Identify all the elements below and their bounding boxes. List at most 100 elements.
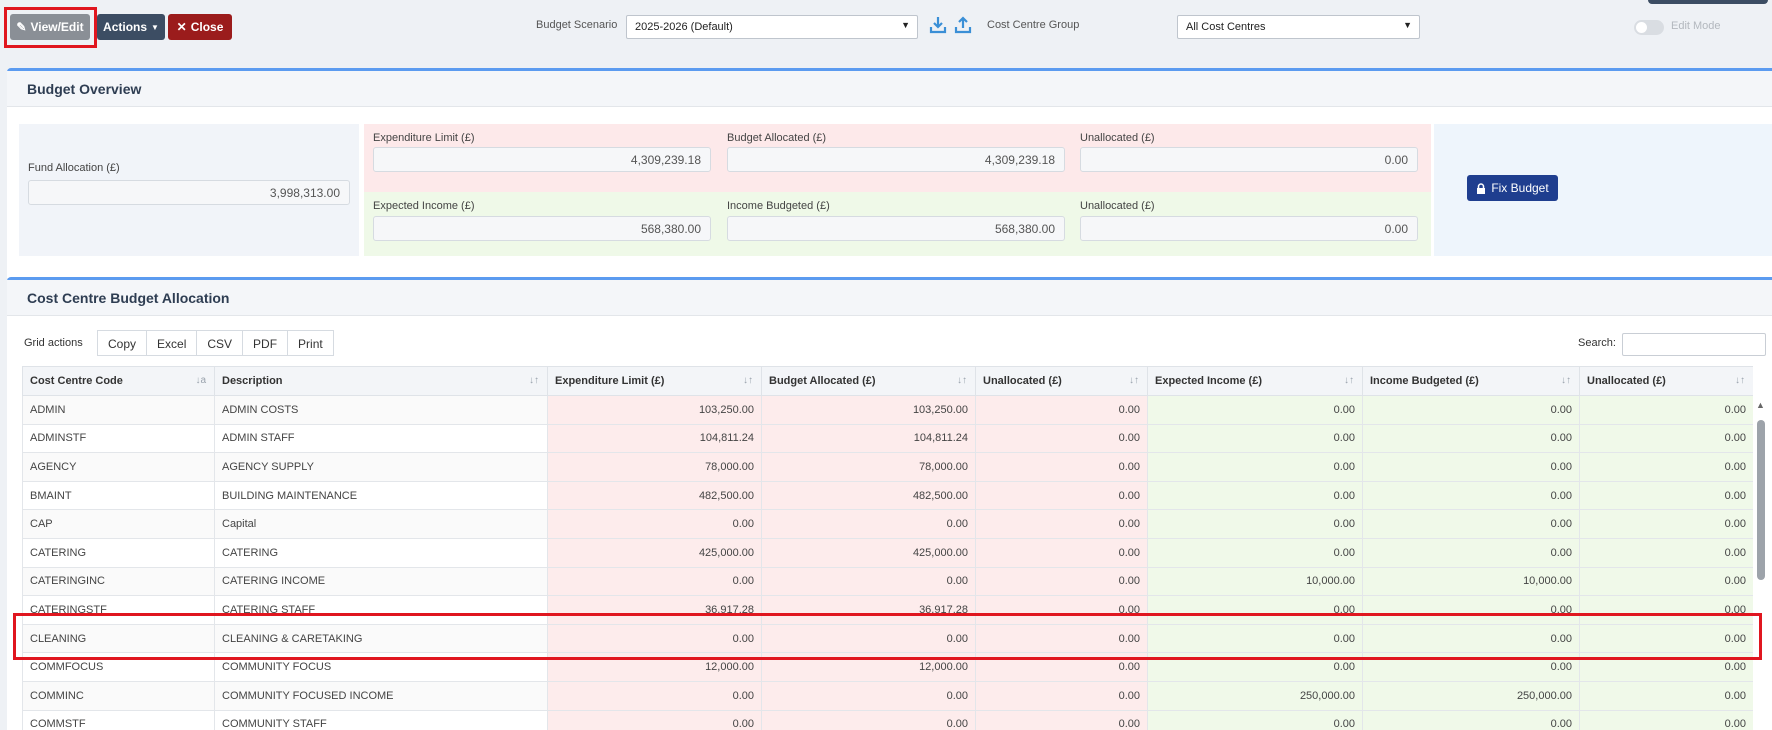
cell-unallocated-exp: 0.00 bbox=[975, 452, 1148, 482]
cell-code: CAP bbox=[22, 509, 215, 539]
edit-icon: ✎ bbox=[16, 20, 27, 34]
table-row[interactable]: CATERINGINC CATERING INCOME 0.00 0.00 0.00 10… bbox=[22, 566, 1753, 597]
copy-button[interactable]: Copy bbox=[97, 330, 148, 356]
col-header-unallocated-exp[interactable]: Unallocated (£) ↓↑ bbox=[975, 366, 1148, 396]
budget-overview-panel: Budget Overview Fund Allocation (£) 3,99… bbox=[7, 68, 1772, 278]
table-row[interactable]: CATERING CATERING 425,000.00 425,000.00 0.00… bbox=[22, 537, 1753, 568]
cell-income-budgeted: 0.00 bbox=[1362, 423, 1580, 454]
col-header-budget-allocated[interactable]: Budget Allocated (£) ↓↑ bbox=[761, 366, 976, 396]
cell-expenditure-limit: 36,917.28 bbox=[547, 595, 762, 625]
sort-icon[interactable]: ↓↑ bbox=[743, 375, 753, 386]
cell-budget-allocated: 0.00 bbox=[761, 623, 976, 654]
col-header-code[interactable]: Cost Centre Code ↓a bbox=[22, 366, 215, 396]
scroll-up-icon[interactable]: ▲ bbox=[1756, 400, 1765, 410]
table-row[interactable]: CLEANING CLEANING & CARETAKING 0.00 0.00 0.0… bbox=[22, 623, 1753, 654]
table-row[interactable]: BMAINT BUILDING MAINTENANCE 482,500.00 482,… bbox=[22, 480, 1753, 511]
unallocated-exp-label: Unallocated (£) bbox=[1080, 132, 1155, 144]
col-header-description[interactable]: Description ↓↑ bbox=[214, 366, 548, 396]
grid-actions-group: Copy Excel CSV PDF Print bbox=[97, 330, 334, 356]
cell-description: CATERING STAFF bbox=[214, 595, 548, 625]
cell-expected-income: 0.00 bbox=[1147, 537, 1363, 568]
expenditure-limit-field: 4,309,239.18 bbox=[373, 147, 711, 172]
table-row[interactable]: COMMFOCUS COMMUNITY FOCUS 12,000.00 12,000.… bbox=[22, 652, 1753, 682]
table-row[interactable]: CATERINGSTF CATERING STAFF 36,917.28 36,917… bbox=[22, 595, 1753, 625]
cell-description: COMMUNITY STAFF bbox=[214, 709, 548, 730]
table-row[interactable]: ADMIN ADMIN COSTS 103,250.00 103,250.00 0.00… bbox=[22, 395, 1753, 425]
cost-centre-group-select[interactable]: All Cost Centres ▼ bbox=[1177, 15, 1420, 39]
cell-expected-income: 250,000.00 bbox=[1147, 680, 1363, 711]
print-button[interactable]: Print bbox=[287, 330, 334, 356]
cell-expenditure-limit: 104,811.24 bbox=[547, 423, 762, 454]
col-header-expenditure-limit[interactable]: Expenditure Limit (£) ↓↑ bbox=[547, 366, 762, 396]
cell-code: CATERINGSTF bbox=[22, 595, 215, 625]
cell-income-budgeted: 250,000.00 bbox=[1362, 680, 1580, 711]
cell-budget-allocated: 103,250.00 bbox=[761, 395, 976, 425]
sort-icon[interactable]: ↓↑ bbox=[1561, 375, 1571, 386]
cell-code: COMMSTF bbox=[22, 709, 215, 730]
search-input[interactable] bbox=[1622, 333, 1766, 356]
cell-expected-income: 0.00 bbox=[1147, 395, 1363, 425]
cell-income-budgeted: 0.00 bbox=[1362, 395, 1580, 425]
sort-icon[interactable]: ↓↑ bbox=[529, 375, 539, 386]
col-header-expected-income[interactable]: Expected Income (£) ↓↑ bbox=[1147, 366, 1363, 396]
user-menu-tab[interactable] bbox=[1648, 0, 1768, 4]
table-row[interactable]: COMMSTF COMMUNITY STAFF 0.00 0.00 0.00 0.00 0.… bbox=[22, 709, 1753, 730]
col-header-income-budgeted[interactable]: Income Budgeted (£) ↓↑ bbox=[1362, 366, 1580, 396]
sort-icon[interactable]: ↓↑ bbox=[1344, 375, 1354, 386]
cost-centre-group-value: All Cost Centres bbox=[1186, 21, 1266, 33]
cell-unallocated-inc: 0.00 bbox=[1579, 509, 1753, 539]
cell-expenditure-limit: 0.00 bbox=[547, 709, 762, 730]
table-row[interactable]: COMMINC COMMUNITY FOCUSED INCOME 0.00 0.00 0… bbox=[22, 680, 1753, 711]
cell-unallocated-inc: 0.00 bbox=[1579, 480, 1753, 511]
cell-code: CATERING bbox=[22, 537, 215, 568]
download-icon[interactable] bbox=[929, 16, 947, 37]
cell-description: Capital bbox=[214, 509, 548, 539]
lock-icon bbox=[1477, 182, 1486, 194]
cell-income-budgeted: 0.00 bbox=[1362, 509, 1580, 539]
cell-code: ADMINSTF bbox=[22, 423, 215, 454]
income-budgeted-label: Income Budgeted (£) bbox=[727, 200, 830, 212]
cell-unallocated-inc: 0.00 bbox=[1579, 423, 1753, 454]
toolbar: ✎ View/Edit Actions ▼ ✕ Close Budget Sce… bbox=[0, 0, 1772, 54]
table-row[interactable]: CAP Capital 0.00 0.00 0.00 0.00 0.00 0.00 bbox=[22, 509, 1753, 539]
cell-code: COMMINC bbox=[22, 680, 215, 711]
sort-icon[interactable]: ↓↑ bbox=[1129, 375, 1139, 386]
expenditure-limit-label: Expenditure Limit (£) bbox=[373, 132, 475, 144]
budget-scenario-select[interactable]: 2025-2026 (Default) ▼ bbox=[626, 15, 918, 39]
scrollbar-thumb[interactable] bbox=[1757, 420, 1765, 580]
actions-button[interactable]: Actions ▼ bbox=[97, 14, 165, 40]
cell-unallocated-exp: 0.00 bbox=[975, 623, 1148, 654]
edit-mode-toggle[interactable] bbox=[1634, 20, 1664, 35]
cell-code: ADMIN bbox=[22, 395, 215, 425]
close-button[interactable]: ✕ Close bbox=[168, 14, 232, 40]
cell-income-budgeted: 0.00 bbox=[1362, 537, 1580, 568]
table-row[interactable]: AGENCY AGENCY SUPPLY 78,000.00 78,000.00 0.0… bbox=[22, 452, 1753, 482]
sort-icon[interactable]: ↓↑ bbox=[957, 375, 967, 386]
cell-description: ADMIN STAFF bbox=[214, 423, 548, 454]
cell-unallocated-inc: 0.00 bbox=[1579, 595, 1753, 625]
unallocated-inc-field: 0.00 bbox=[1080, 216, 1418, 241]
sort-asc-icon[interactable]: ↓a bbox=[195, 375, 206, 386]
cell-expected-income: 0.00 bbox=[1147, 480, 1363, 511]
fix-budget-button[interactable]: Fix Budget bbox=[1467, 175, 1558, 201]
cell-expected-income: 10,000.00 bbox=[1147, 566, 1363, 597]
budget-scenario-value: 2025-2026 (Default) bbox=[635, 21, 733, 33]
pdf-button[interactable]: PDF bbox=[242, 330, 289, 356]
cell-code: BMAINT bbox=[22, 480, 215, 511]
view-edit-button[interactable]: ✎ View/Edit bbox=[10, 14, 90, 40]
cell-expenditure-limit: 0.00 bbox=[547, 509, 762, 539]
fix-budget-label: Fix Budget bbox=[1491, 181, 1549, 195]
upload-icon[interactable] bbox=[954, 16, 972, 37]
csv-button[interactable]: CSV bbox=[196, 330, 244, 356]
excel-button[interactable]: Excel bbox=[146, 330, 198, 356]
cell-description: CLEANING & CARETAKING bbox=[214, 623, 548, 654]
cell-income-budgeted: 0.00 bbox=[1362, 452, 1580, 482]
table-row[interactable]: ADMINSTF ADMIN STAFF 104,811.24 104,811.24 0… bbox=[22, 423, 1753, 454]
close-icon: ✕ bbox=[176, 20, 187, 34]
fund-allocation-field: 3,998,313.00 bbox=[28, 180, 350, 205]
allocation-table: Cost Centre Code ↓a Description ↓↑ Expendi… bbox=[22, 366, 1753, 730]
sort-icon[interactable]: ↓↑ bbox=[1735, 375, 1745, 386]
col-header-unallocated-inc[interactable]: Unallocated (£) ↓↑ bbox=[1579, 366, 1753, 396]
cell-unallocated-exp: 0.00 bbox=[975, 680, 1148, 711]
cell-code: AGENCY bbox=[22, 452, 215, 482]
